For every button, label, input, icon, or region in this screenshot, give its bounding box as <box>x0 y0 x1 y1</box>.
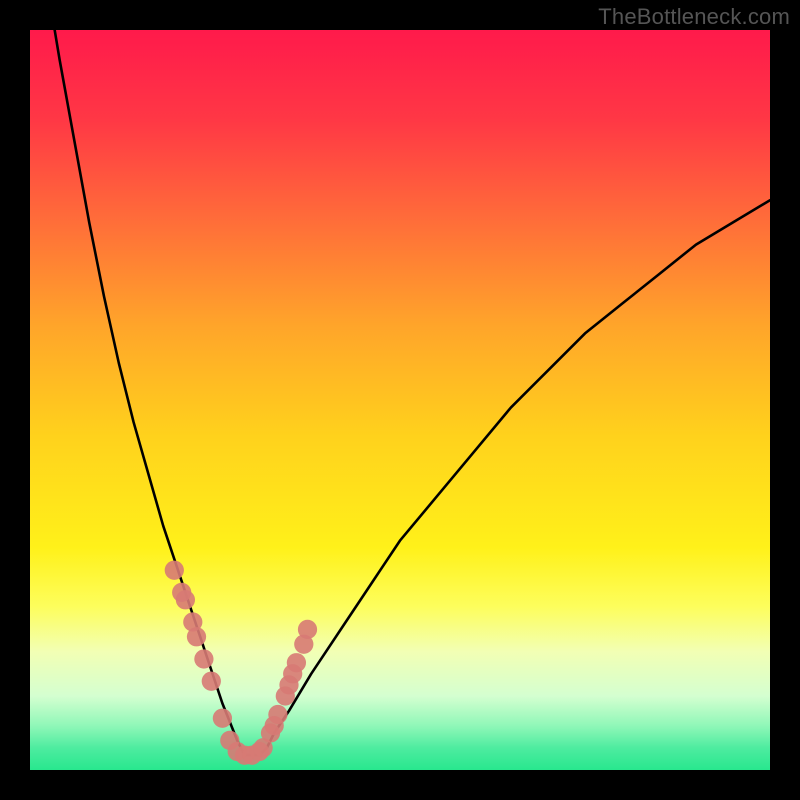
highlight-points <box>165 561 317 765</box>
highlight-point <box>194 649 213 668</box>
highlight-point <box>268 705 287 724</box>
highlight-point <box>213 709 232 728</box>
highlight-point <box>176 590 195 609</box>
curve-layer <box>30 30 770 770</box>
watermark-text: TheBottleneck.com <box>598 4 790 30</box>
highlight-point <box>165 561 184 580</box>
highlight-point <box>187 627 206 646</box>
chart-frame: TheBottleneck.com <box>0 0 800 800</box>
highlight-point <box>287 653 306 672</box>
highlight-point <box>298 620 317 639</box>
highlight-point <box>202 672 221 691</box>
plot-area <box>30 30 770 770</box>
bottleneck-curve <box>30 30 770 755</box>
